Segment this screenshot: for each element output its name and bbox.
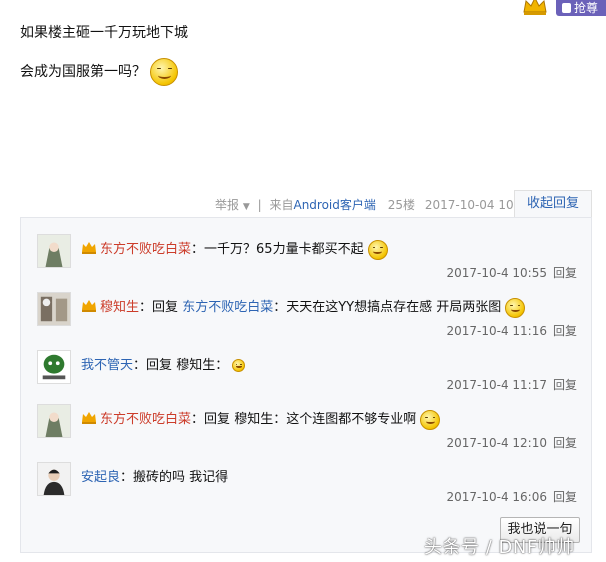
comment-meta: 2017-10-4 11:16 回复 bbox=[446, 322, 577, 339]
vip-crown-icon bbox=[82, 242, 96, 254]
avatar-image bbox=[38, 351, 70, 383]
avatar[interactable] bbox=[37, 350, 71, 384]
avatar[interactable] bbox=[37, 234, 71, 268]
report-dropdown-icon[interactable]: ▼ bbox=[243, 202, 250, 212]
smiley-emoji-icon bbox=[420, 409, 441, 430]
comment-meta: 2017-10-4 16:06 回复 bbox=[446, 488, 577, 505]
comment-time: 2017-10-4 11:16 bbox=[446, 324, 547, 338]
comment-reply-link[interactable]: 回复 bbox=[553, 490, 577, 504]
comment-meta: 2017-10-4 11:17 回复 bbox=[446, 376, 577, 393]
meta-separator: | bbox=[257, 198, 262, 212]
vip-crown-icon bbox=[82, 300, 96, 312]
report-link[interactable]: 举报 bbox=[215, 198, 239, 212]
comment-body: 我不管天：回复 穆知生： bbox=[81, 354, 246, 373]
comment-username[interactable]: 东方不败吃白菜 bbox=[100, 242, 191, 257]
avatar-image bbox=[38, 463, 70, 495]
post-text-line-1: 如果楼主砸一千万玩地下城 bbox=[20, 25, 188, 41]
comment-username[interactable]: 东方不败吃白菜 bbox=[100, 412, 191, 427]
comment-time: 2017-10-4 16:06 bbox=[446, 490, 547, 504]
avatar[interactable] bbox=[37, 292, 71, 326]
reply-prefix: 回复 bbox=[204, 412, 231, 427]
collapse-replies-button[interactable]: 收起回复 bbox=[514, 190, 592, 218]
promote-button[interactable]: 抢尊 bbox=[556, 0, 606, 16]
comment-body: 东方不败吃白菜：回复 穆知生：这个连图都不够专业啊 bbox=[81, 408, 441, 430]
reply-target-user[interactable]: 穆知生 bbox=[234, 412, 273, 427]
avatar[interactable] bbox=[37, 462, 71, 496]
source-client-link[interactable]: Android客户端 bbox=[293, 198, 375, 212]
comment-text: ：天天在这YY想搞点存在感 开局两张图 bbox=[273, 300, 502, 315]
crown-icon bbox=[523, 0, 547, 15]
reply-target-user[interactable]: 东方不败吃白菜 bbox=[182, 300, 273, 315]
comment-username[interactable]: 安起良 bbox=[81, 470, 120, 485]
reply-prefix: 回复 bbox=[152, 300, 179, 315]
comment-username[interactable]: 我不管天 bbox=[81, 358, 133, 373]
comment-body: 东方不败吃白菜：一千万？65力量卡都买不起 bbox=[81, 238, 388, 260]
comment-text: ：这个连图都不够专业啊 bbox=[273, 412, 417, 427]
watermark-text: 头条号 / DNF帅帅 bbox=[424, 537, 575, 558]
comment-list: 东方不败吃白菜：一千万？65力量卡都买不起 2017-10-4 10:55 回复 … bbox=[20, 217, 592, 553]
reply-prefix: 回复 bbox=[146, 358, 173, 373]
comment-body: 安起良：搬砖的吗 我记得 bbox=[81, 470, 229, 485]
comment-text: 搬砖的吗 我记得 bbox=[133, 470, 229, 485]
smiley-emoji-icon bbox=[367, 239, 388, 260]
avatar[interactable] bbox=[37, 404, 71, 438]
comment-body: 穆知生：回复 东方不败吃白菜：天天在这YY想搞点存在感 开局两张图 bbox=[81, 296, 526, 318]
reply-target-user[interactable]: 穆知生 bbox=[176, 358, 215, 373]
comment-time: 2017-10-4 12:10 bbox=[446, 436, 547, 450]
comment-time: 2017-10-4 11:17 bbox=[446, 378, 547, 392]
comment-text: 一千万？65力量卡都买不起 bbox=[204, 242, 364, 257]
comment-text: ： bbox=[215, 358, 229, 373]
smiley-emoji-icon bbox=[505, 297, 526, 318]
comment-reply-link[interactable]: 回复 bbox=[553, 266, 577, 280]
post-meta: 举报 ▼ | 来自Android客户端 25楼 2017-10-04 10:41 bbox=[215, 196, 533, 213]
post-text-line-2: 会成为国服第一吗？ bbox=[20, 58, 179, 86]
source-prefix: 来自 bbox=[269, 198, 294, 212]
comment-time: 2017-10-4 10:55 bbox=[446, 266, 547, 280]
comment-reply-link[interactable]: 回复 bbox=[553, 378, 577, 392]
avatar-image bbox=[38, 293, 70, 325]
smiley-emoji-icon bbox=[150, 58, 179, 86]
comment-reply-link[interactable]: 回复 bbox=[553, 436, 577, 450]
comment-meta: 2017-10-4 10:55 回复 bbox=[446, 264, 577, 281]
vip-crown-icon bbox=[82, 412, 96, 424]
avatar-image bbox=[38, 235, 70, 267]
post-meta-row: 举报 ▼ | 来自Android客户端 25楼 2017-10-04 10:41… bbox=[0, 190, 606, 218]
avatar-image bbox=[38, 405, 70, 437]
comment-reply-link[interactable]: 回复 bbox=[553, 324, 577, 338]
smiley-emoji-icon bbox=[232, 359, 246, 372]
badge-strip: 抢尊 bbox=[518, 0, 606, 18]
hand-icon bbox=[562, 3, 571, 13]
comment-username[interactable]: 穆知生 bbox=[100, 300, 139, 315]
floor-number: 25楼 bbox=[387, 198, 415, 212]
comment-meta: 2017-10-4 12:10 回复 bbox=[446, 434, 577, 451]
